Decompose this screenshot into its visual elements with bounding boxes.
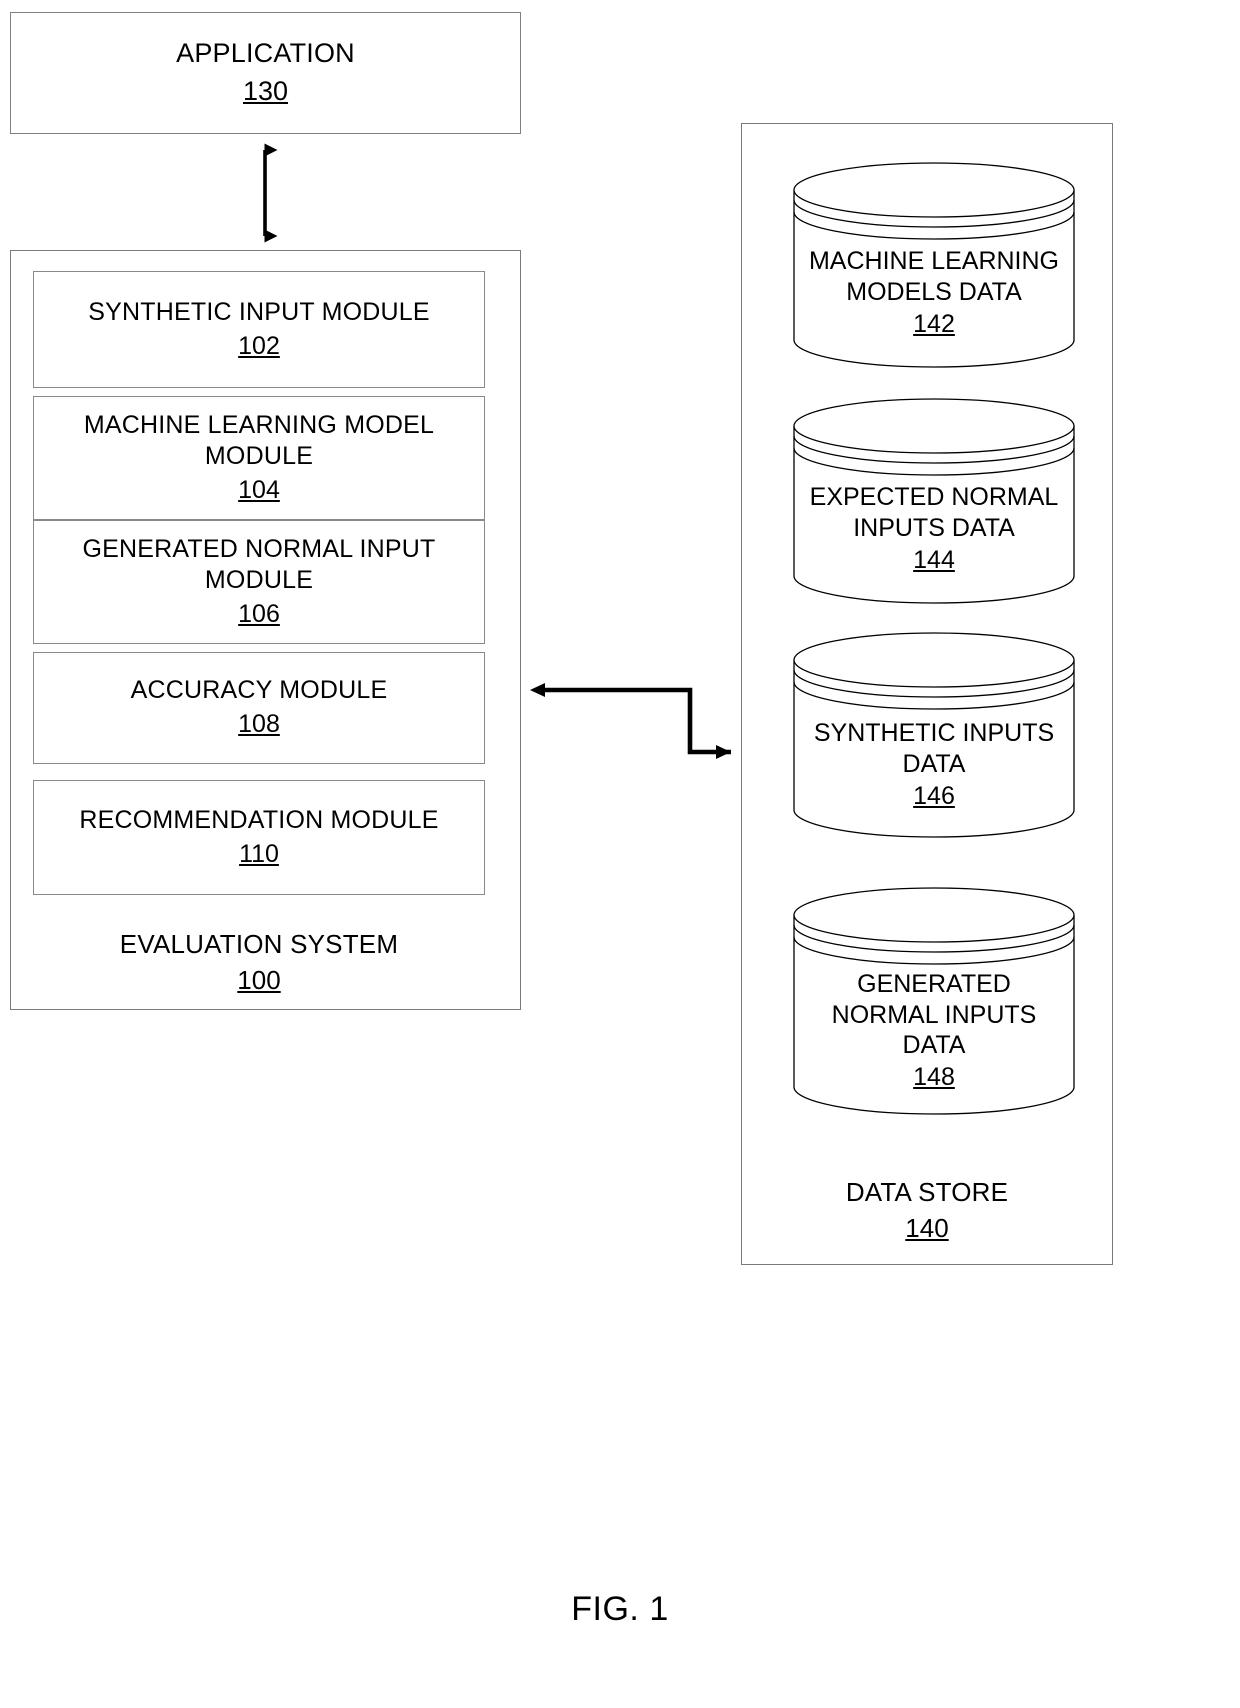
figure-caption: FIG. 1	[571, 1590, 669, 1628]
database-ref: 142	[913, 310, 955, 338]
application-box: APPLICATION 130	[10, 12, 521, 134]
database-cylinder-generated-normal-inputs: GENERATED NORMAL INPUTS DATA 148	[792, 885, 1076, 1119]
database-cylinder-machine-learning-models: MACHINE LEARNING MODELS DATA 142	[792, 160, 1076, 370]
module-accuracy: ACCURACY MODULE 108	[33, 652, 485, 764]
module-ref: 110	[239, 839, 279, 868]
evaluation-system-title: EVALUATION SYSTEM	[119, 929, 399, 959]
module-title: ACCURACY MODULE	[130, 676, 388, 705]
module-ref: 102	[238, 331, 280, 360]
database-ref: 148	[913, 1063, 955, 1091]
data-store-title: DATA STORE	[845, 1177, 1009, 1207]
database-cylinder-synthetic-inputs: SYNTHETIC INPUTS DATA 146	[792, 630, 1076, 840]
data-store-label: DATA STORE 140	[741, 1176, 1113, 1245]
database-ref: 146	[913, 782, 955, 810]
application-title: APPLICATION	[176, 37, 355, 68]
module-ref: 106	[238, 600, 280, 628]
figure-page: APPLICATION 130 SYNTHETIC INPUT MODULE 1…	[0, 0, 1240, 1708]
module-title: SYNTHETIC INPUT MODULE	[88, 297, 430, 326]
evaluation-system-label: EVALUATION SYSTEM 100	[33, 928, 485, 997]
database-label: SYNTHETIC INPUTS DATA	[813, 719, 1055, 778]
module-ref: 108	[238, 710, 280, 739]
database-label: MACHINE LEARNING MODELS DATA	[808, 247, 1060, 306]
elbow-double-arrow	[530, 683, 731, 759]
data-store-ref: 140	[905, 1212, 949, 1243]
database-cylinder-expected-normal-inputs: EXPECTED NORMAL INPUTS DATA 144	[792, 396, 1076, 606]
evaluation-system-ref: 100	[237, 964, 281, 995]
module-title: GENERATED NORMAL INPUT MODULE	[82, 534, 436, 594]
database-ref: 144	[913, 546, 955, 574]
module-ref: 104	[238, 476, 280, 504]
database-label: EXPECTED NORMAL INPUTS DATA	[809, 483, 1059, 542]
module-title: MACHINE LEARNING MODEL MODULE	[83, 410, 435, 470]
database-label: GENERATED NORMAL INPUTS DATA	[831, 970, 1037, 1059]
module-machine-learning-model: MACHINE LEARNING MODEL MODULE 104	[33, 396, 485, 520]
module-generated-normal-input: GENERATED NORMAL INPUT MODULE 106	[33, 520, 485, 644]
module-title: RECOMMENDATION MODULE	[79, 805, 439, 834]
module-recommendation: RECOMMENDATION MODULE 110	[33, 780, 485, 895]
module-synthetic-input: SYNTHETIC INPUT MODULE 102	[33, 271, 485, 388]
application-ref: 130	[242, 76, 289, 107]
